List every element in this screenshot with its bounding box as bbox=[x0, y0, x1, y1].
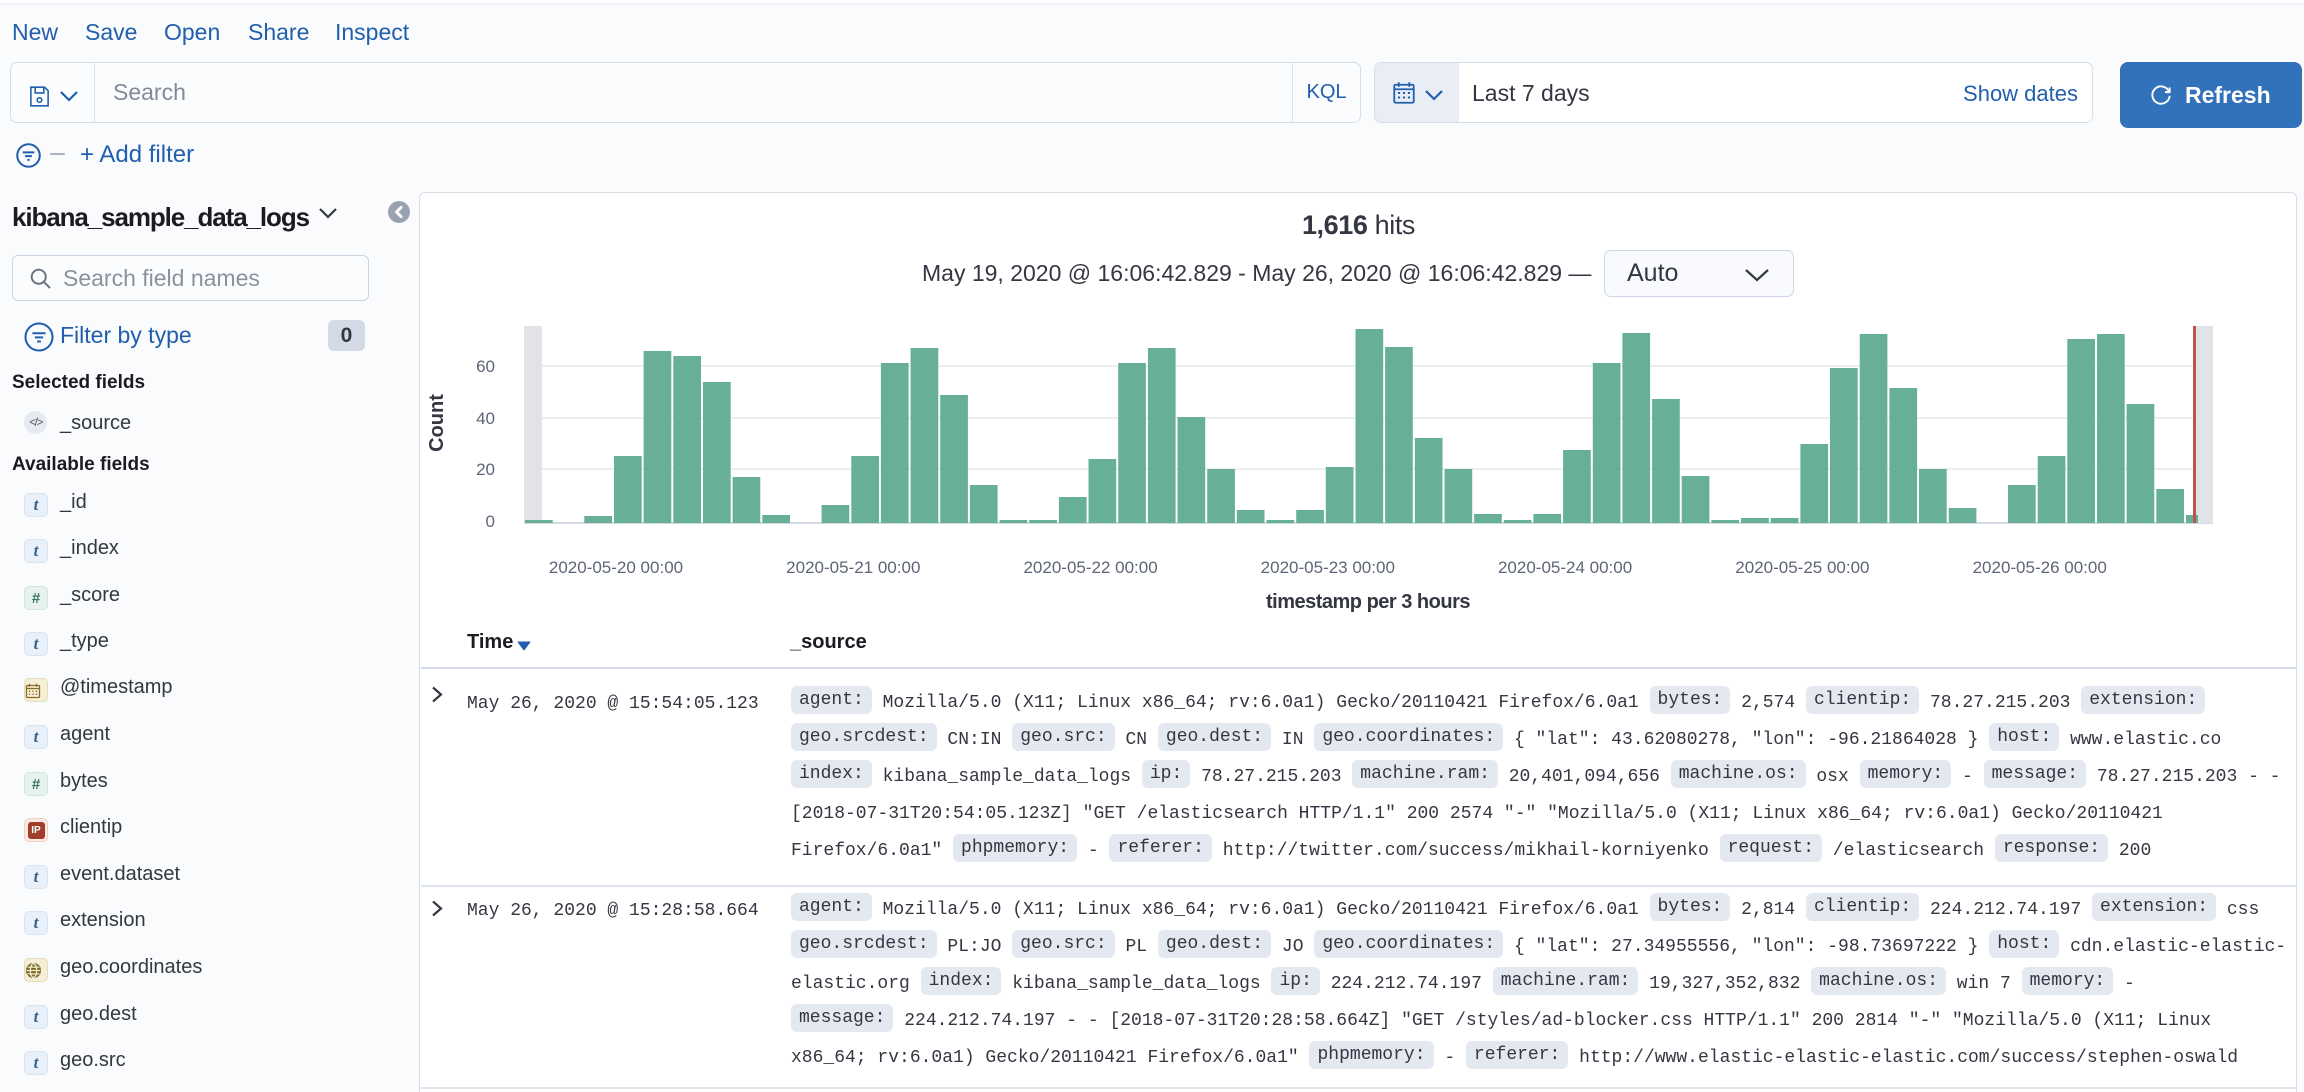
svg-text:Count: Count bbox=[426, 394, 448, 452]
svg-text:timestamp per 3 hours: timestamp per 3 hours bbox=[1266, 591, 1470, 613]
svg-text:2020-05-20 00:00: 2020-05-20 00:00 bbox=[549, 558, 683, 577]
svg-text:2020-05-25 00:00: 2020-05-25 00:00 bbox=[1735, 558, 1869, 577]
svg-text:2020-05-22 00:00: 2020-05-22 00:00 bbox=[1023, 558, 1157, 577]
svg-text:20: 20 bbox=[476, 460, 495, 479]
svg-text:2020-05-23 00:00: 2020-05-23 00:00 bbox=[1261, 558, 1395, 577]
svg-text:60: 60 bbox=[476, 357, 495, 376]
svg-text:2020-05-21 00:00: 2020-05-21 00:00 bbox=[786, 558, 920, 577]
svg-text:40: 40 bbox=[476, 409, 495, 428]
svg-text:2020-05-24 00:00: 2020-05-24 00:00 bbox=[1498, 558, 1632, 577]
svg-text:0: 0 bbox=[486, 512, 495, 531]
svg-text:2020-05-26 00:00: 2020-05-26 00:00 bbox=[1973, 558, 2107, 577]
